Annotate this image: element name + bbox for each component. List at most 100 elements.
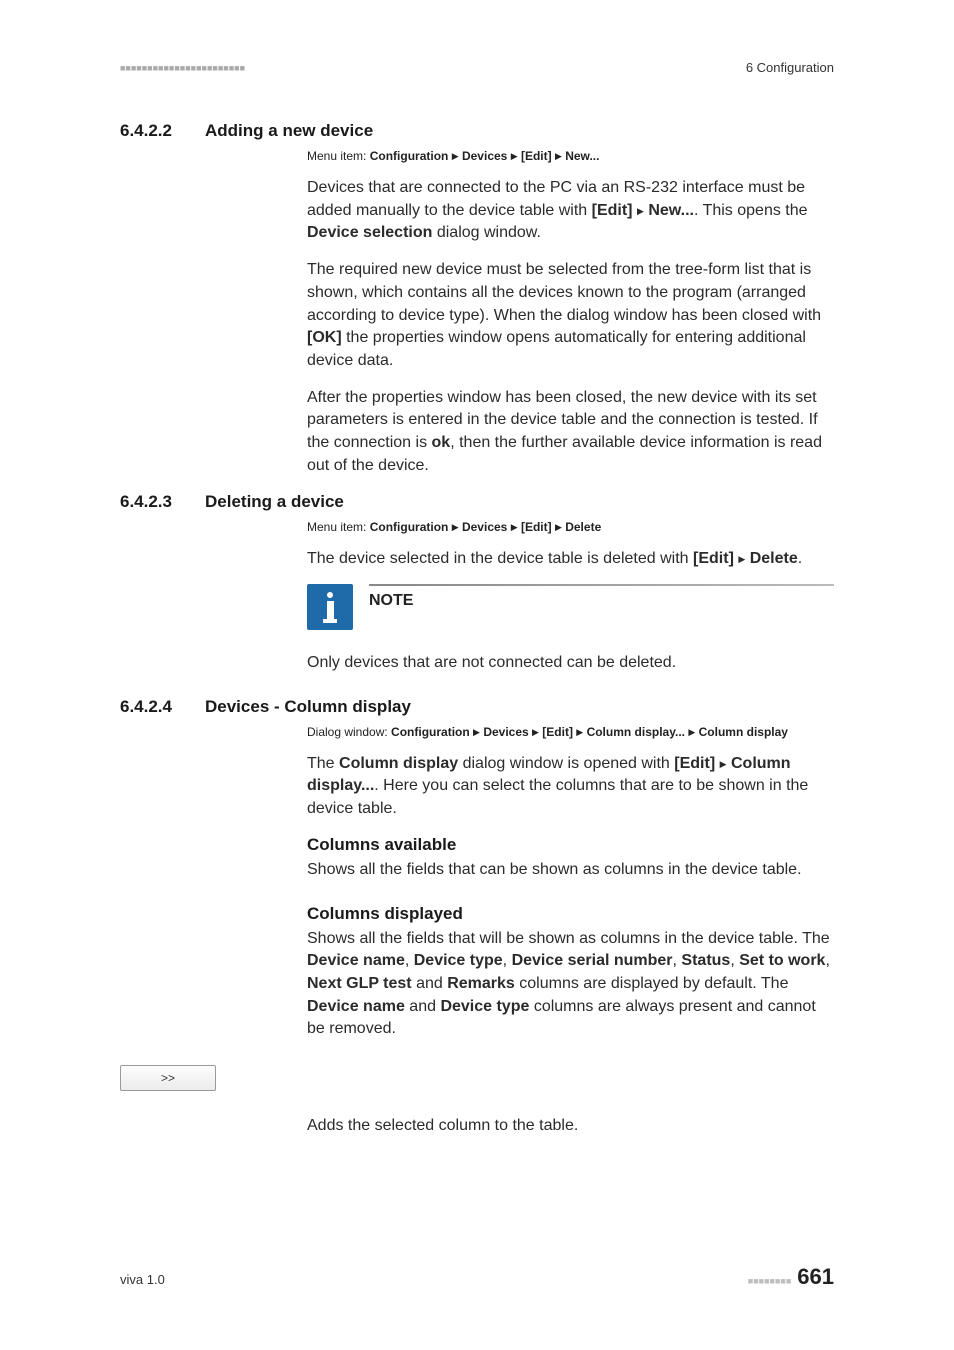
bold-text: Device name [307,998,405,1015]
footer-dots: ■■■■■■■■ [748,1276,792,1286]
page-header: ■■■■■■■■■■■■■■■■■■■■■■■ 6 Configuration [120,60,834,75]
text: Shows all the fields that will be shown … [307,930,830,947]
bold-text: Column display [339,755,458,772]
menu-path: Dialog window: Configuration ▶ Devices ▶… [307,723,834,741]
text: dialog window. [432,224,541,241]
chevron-right-icon: ▶ [452,151,459,161]
paragraph: The required new device must be selected… [307,259,834,373]
chevron-right-icon: ▶ [720,759,727,769]
bold-text: Device type [440,998,529,1015]
note-label: NOTE [369,590,834,610]
section-heading: 6.4.2.3 Deleting a device [120,492,834,512]
menu-item: New... [565,149,599,163]
chevron-right-icon: ▶ [555,151,562,161]
section-number: 6.4.2.4 [120,697,205,717]
section-number: 6.4.2.3 [120,492,205,512]
menu-item: Column display... [587,725,685,739]
paragraph: Devices that are connected to the PC via… [307,177,834,245]
text: . This opens the [694,202,808,219]
chevron-right-icon: ▶ [688,727,695,737]
menu-item: Configuration [370,520,449,534]
bold-text: Remarks [447,975,515,992]
section-heading: 6.4.2.2 Adding a new device [120,121,834,141]
chevron-right-icon: ▶ [738,554,745,564]
menu-item: Devices [462,149,507,163]
text: The device selected in the device table … [307,550,693,567]
paragraph: Shows all the fields that will be shown … [307,928,834,1042]
paragraph: Shows all the fields that can be shown a… [307,859,834,882]
text: The required new device must be selected… [307,261,821,323]
menu-path: Menu item: Configuration ▶ Devices ▶ [Ed… [307,147,834,165]
bold-text: [Edit] [592,202,633,219]
menu-item: Devices [462,520,507,534]
bold-text: Device serial number [512,952,673,969]
menu-prefix: Menu item: [307,520,370,534]
chevron-right-icon: ▶ [511,151,518,161]
menu-item: Configuration [391,725,470,739]
bold-text: [Edit] [693,550,734,567]
note-block: NOTE Only devices that are not connected… [307,584,834,674]
menu-path: Menu item: Configuration ▶ Devices ▶ [Ed… [307,518,834,536]
header-chapter: 6 Configuration [746,60,834,75]
text: dialog window is opened with [458,755,674,772]
chevron-right-icon: ▶ [473,727,480,737]
footer-product: viva 1.0 [120,1272,165,1287]
bold-text: Delete [750,550,798,567]
page: ■■■■■■■■■■■■■■■■■■■■■■■ 6 Configuration … [0,0,954,1350]
menu-item: Delete [565,520,601,534]
bold-text: New... [648,202,694,219]
bold-text: [Edit] [674,755,715,772]
text: , [825,952,829,969]
chevron-right-icon: ▶ [511,522,518,532]
chevron-right-icon: ▶ [452,522,459,532]
bold-text: Status [681,952,730,969]
paragraph: The Column display dialog window is open… [307,753,834,821]
info-icon [307,584,353,630]
section-heading: 6.4.2.4 Devices - Column display [120,697,834,717]
add-column-button[interactable]: >> [120,1065,216,1091]
page-number: 661 [797,1264,834,1290]
note-rule [369,584,834,586]
section-title: Adding a new device [205,121,373,141]
text: columns are displayed by default. The [515,975,789,992]
bold-text: ok [432,434,451,451]
menu-item: Configuration [370,149,449,163]
bold-text: Set to work [739,952,825,969]
chevron-right-icon: ▶ [637,206,644,216]
section-title: Devices - Column display [205,697,411,717]
bold-text: Device type [414,952,503,969]
text: the properties window opens automaticall… [307,329,806,369]
bold-text: Device name [307,952,405,969]
text: . Here you can select the columns that a… [307,777,808,817]
text: and [412,975,448,992]
menu-item: Devices [483,725,528,739]
paragraph: The device selected in the device table … [307,548,834,571]
text: , [405,952,414,969]
menu-item: [Edit] [521,149,552,163]
menu-item: [Edit] [521,520,552,534]
subheading: Columns available [307,835,834,855]
bold-text: Device selection [307,224,432,241]
paragraph: After the properties window has been clo… [307,387,834,478]
chevron-right-icon: ▶ [532,727,539,737]
bold-text: Next GLP test [307,975,412,992]
chevron-right-icon: ▶ [576,727,583,737]
section-number: 6.4.2.2 [120,121,205,141]
text: and [405,998,441,1015]
chevron-right-icon: ▶ [555,522,562,532]
menu-prefix: Menu item: [307,149,370,163]
section-title: Deleting a device [205,492,344,512]
text: , [503,952,512,969]
menu-item: [Edit] [542,725,573,739]
text: . [798,550,802,567]
note-text: Only devices that are not connected can … [307,652,834,674]
text: The [307,755,339,772]
text: , [730,952,739,969]
menu-prefix: Dialog window: [307,725,391,739]
button-illustration-row: >> [120,1055,834,1091]
bold-text: [OK] [307,329,342,346]
header-dots: ■■■■■■■■■■■■■■■■■■■■■■■ [120,63,245,73]
paragraph: Adds the selected column to the table. [307,1115,834,1138]
page-footer: viva 1.0 ■■■■■■■■ 661 [120,1264,834,1290]
menu-item: Column display [699,725,788,739]
